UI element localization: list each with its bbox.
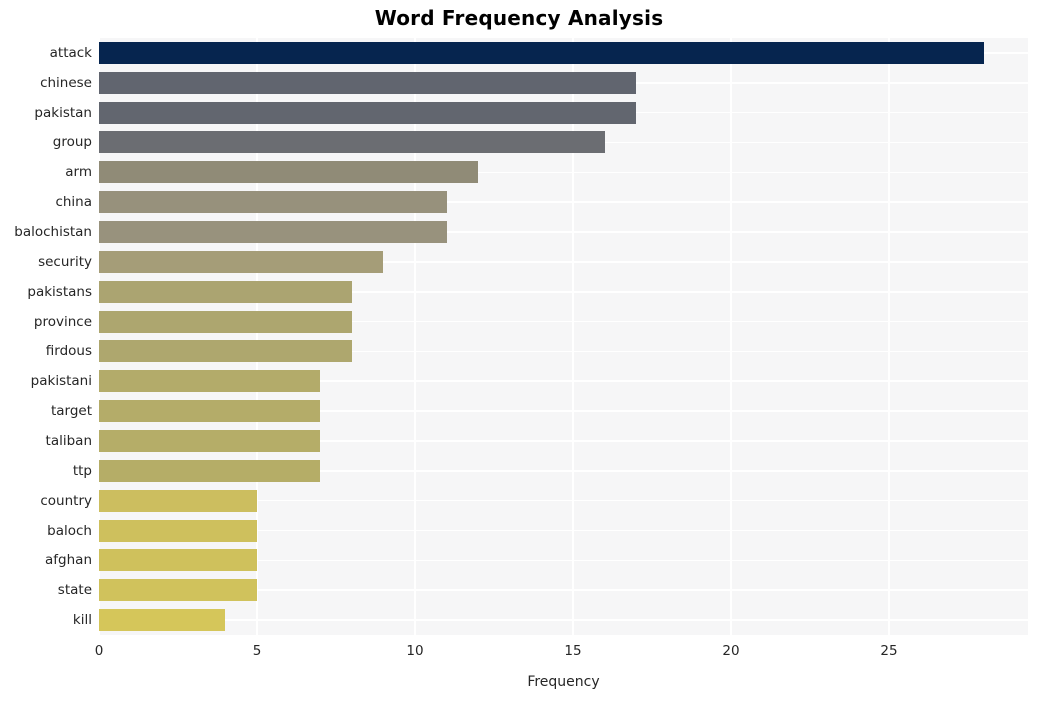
y-axis-tick-label: state (57, 582, 92, 599)
x-axis-tick-label: 20 (722, 643, 740, 659)
y-axis-tick-label: balochistan (14, 224, 92, 241)
word-frequency-chart-figure: Word Frequency Analysis attack chinese pak… (0, 0, 1038, 701)
y-axis-tick-label: security (38, 253, 92, 270)
y-axis-tick-label: pakistani (30, 373, 92, 390)
y-axis-tick-label: baloch (47, 522, 92, 539)
x-axis-tick-label: 0 (94, 643, 104, 659)
y-axis-tick-label: afghan (45, 552, 92, 569)
y-axis-tick-label: target (50, 403, 92, 420)
x-axis-label: Frequency (527, 674, 600, 690)
x-axis-tick-label: 15 (564, 643, 582, 659)
y-axis-tick-label: firdous (45, 343, 92, 360)
x-axis-tick-labels: 0 5 10 15 20 25 (95, 643, 1028, 663)
y-axis-tick-label: chinese (40, 74, 92, 91)
y-axis-tick-label: kill (72, 612, 92, 629)
y-axis-tick-labels: attack chinese pakistan group arm china baloch… (0, 38, 1038, 635)
y-axis-tick-label: group (52, 134, 92, 151)
y-axis-tick-label: ttp (72, 462, 92, 479)
chart-title: Word Frequency Analysis (374, 6, 664, 30)
y-axis-tick-label: arm (65, 164, 92, 181)
x-axis-tick-label: 25 (880, 643, 898, 659)
x-axis-tick-label: 5 (252, 643, 262, 659)
y-axis-tick-label: attack (49, 44, 92, 61)
x-axis-tick-label: 10 (406, 643, 424, 659)
y-axis-tick-label: country (40, 492, 92, 509)
y-axis-tick-label: pakistan (34, 104, 92, 121)
y-axis-tick-label: province (33, 313, 92, 330)
y-axis-tick-label: taliban (45, 432, 92, 449)
y-axis-tick-label: china (55, 194, 92, 211)
y-axis-tick-label: pakistans (27, 283, 92, 300)
